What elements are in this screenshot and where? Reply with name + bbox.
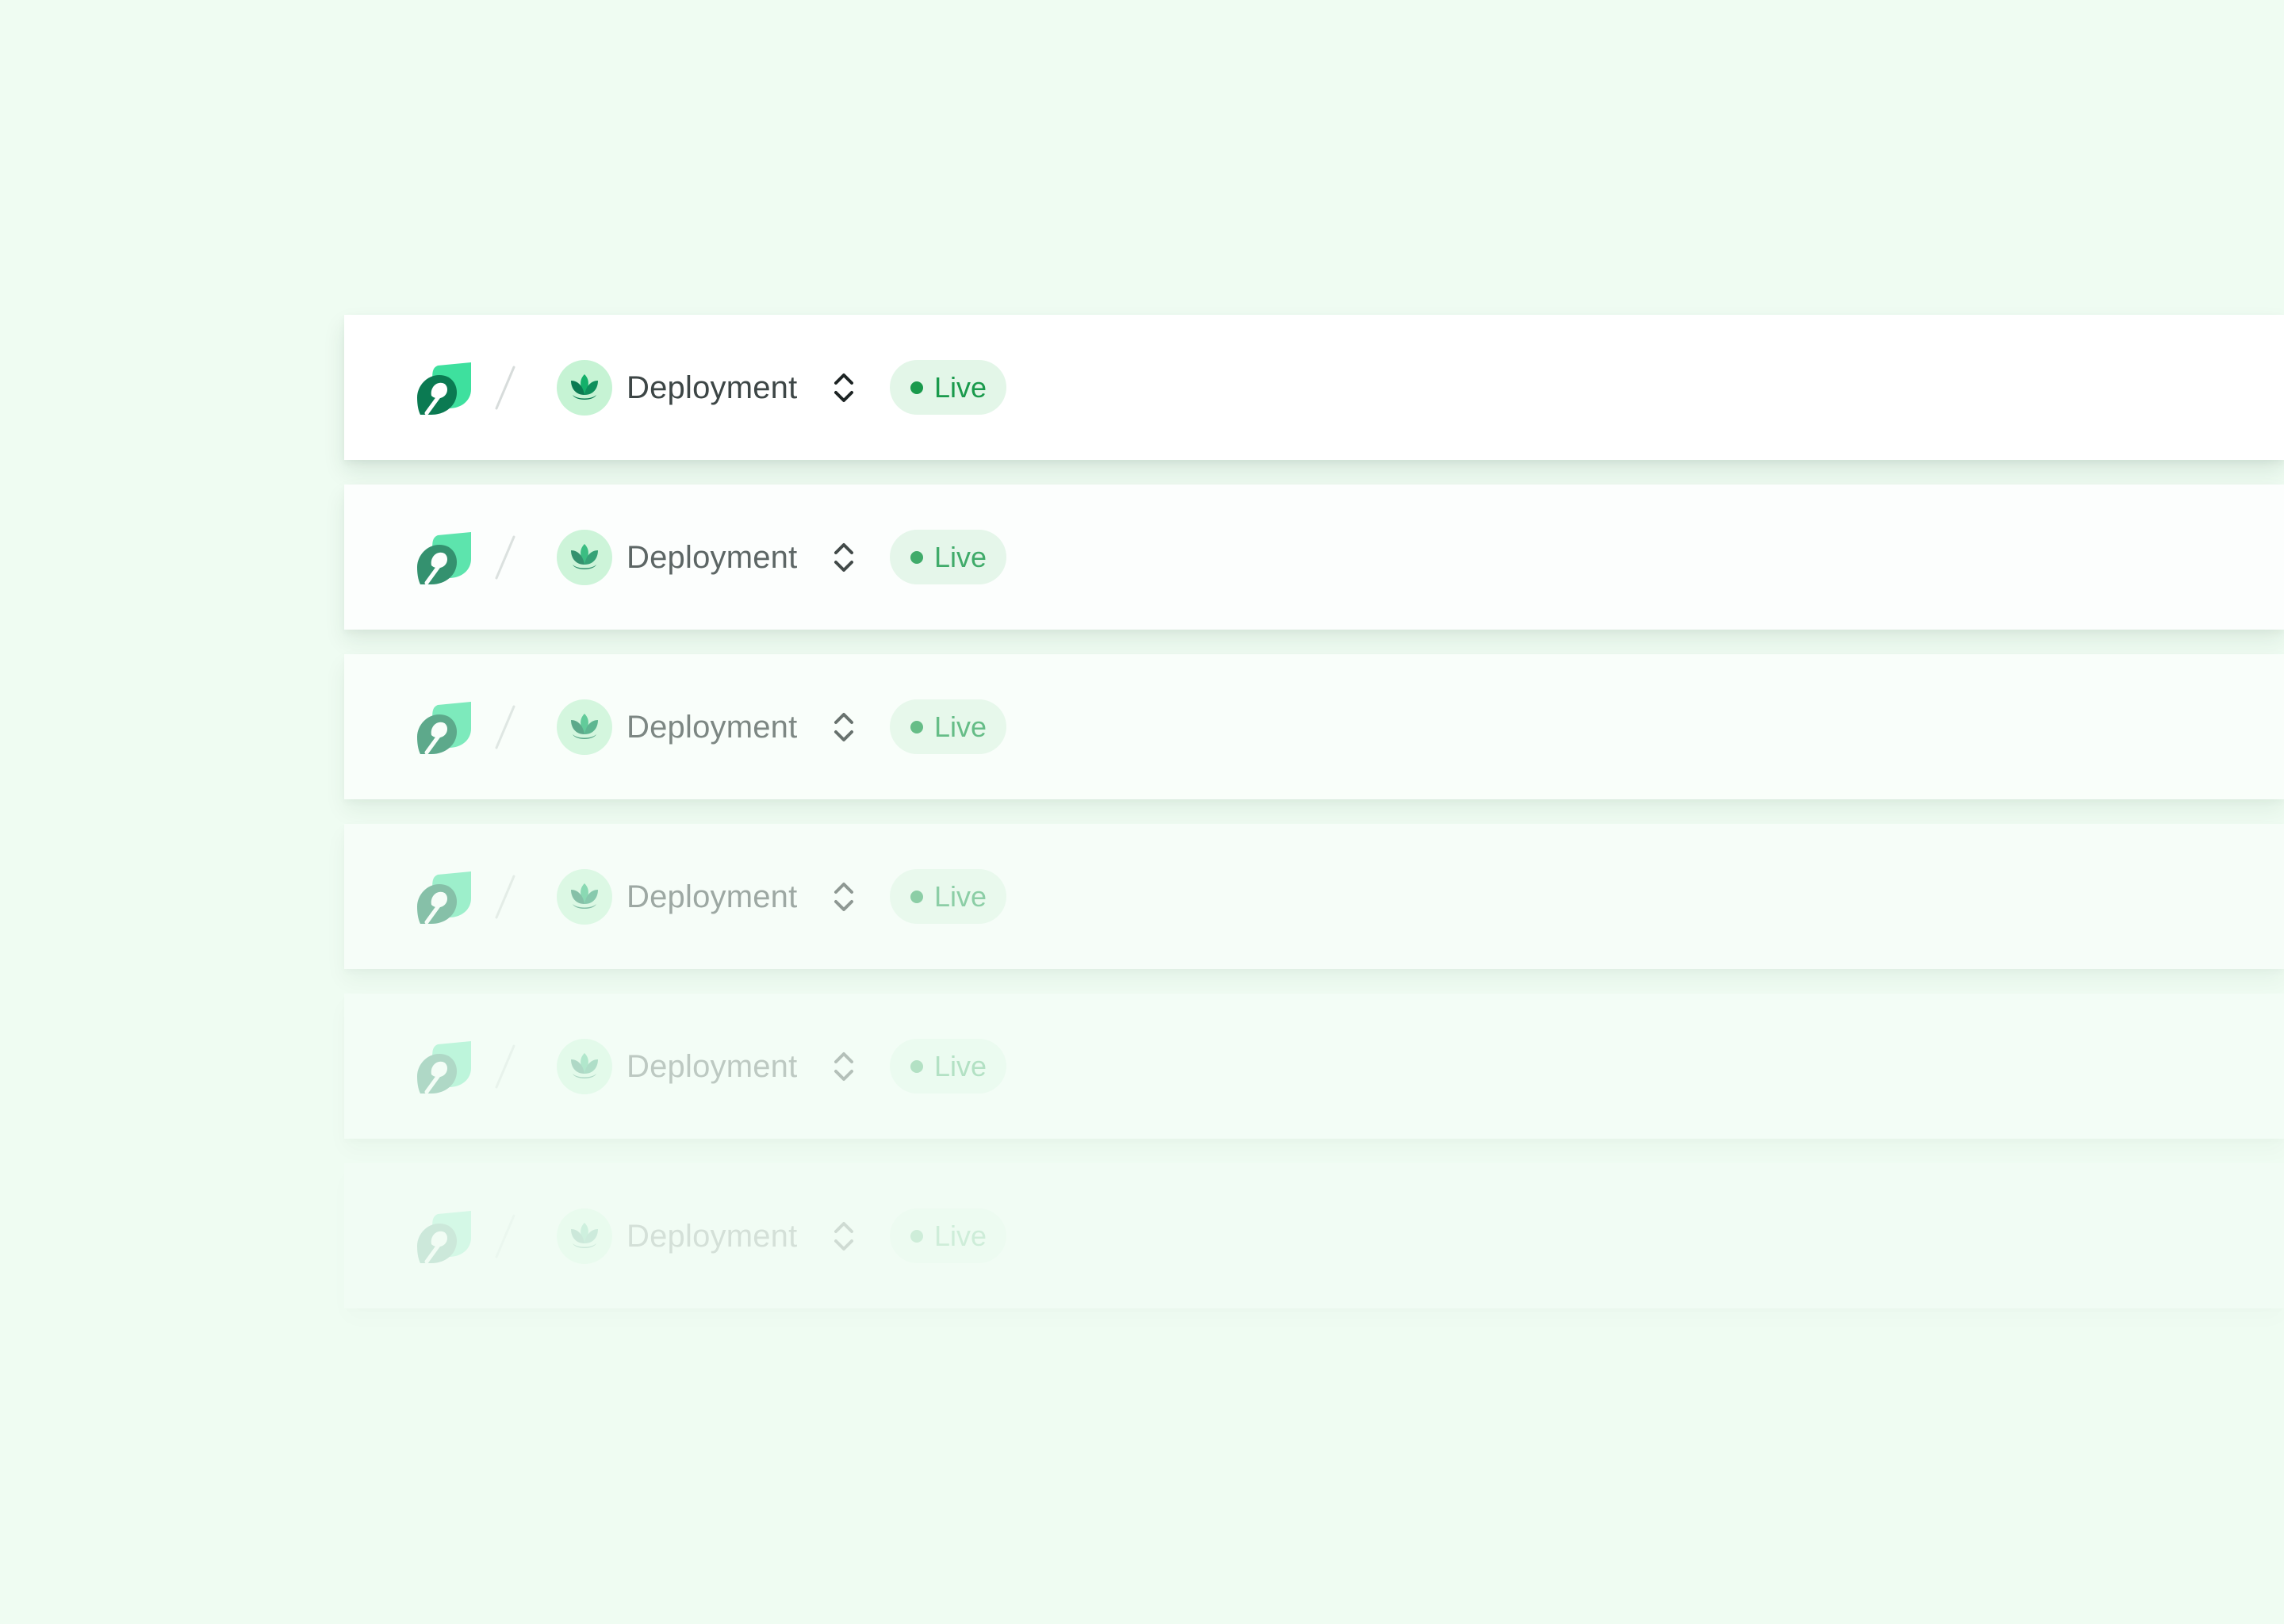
status-label: Live xyxy=(934,710,987,743)
status-dot xyxy=(910,1060,923,1073)
status-dot xyxy=(910,1230,923,1243)
lotus-icon xyxy=(571,374,598,400)
breadcrumb-bar: Deployment Live xyxy=(344,654,2284,799)
breadcrumb-separator xyxy=(495,875,515,919)
project-avatar[interactable] xyxy=(557,699,612,755)
lotus-icon xyxy=(571,883,598,909)
status-label: Live xyxy=(934,541,987,573)
chevron-up-down-icon[interactable] xyxy=(826,709,861,745)
chevron-up-down-icon[interactable] xyxy=(826,1218,861,1254)
breadcrumb-separator xyxy=(495,366,515,410)
project-name[interactable]: Deployment xyxy=(627,1216,797,1256)
status-label: Live xyxy=(934,1050,987,1082)
leaf-logo-icon[interactable] xyxy=(416,1040,473,1095)
breadcrumb: Deployment Live xyxy=(344,994,2284,1139)
breadcrumb-separator xyxy=(495,705,515,749)
status-badge: Live xyxy=(890,869,1006,924)
status-badge: Live xyxy=(890,1208,1006,1263)
breadcrumb: Deployment Live xyxy=(344,485,2284,630)
status-label: Live xyxy=(934,1220,987,1252)
lotus-icon xyxy=(571,544,598,569)
breadcrumb-bar: Deployment Live xyxy=(344,315,2284,460)
leaf-logo-icon[interactable] xyxy=(416,700,473,756)
lotus-icon xyxy=(571,714,598,739)
lotus-icon xyxy=(571,1223,598,1248)
breadcrumb-separator xyxy=(495,535,515,580)
status-badge: Live xyxy=(890,530,1006,584)
project-name[interactable]: Deployment xyxy=(627,877,797,917)
project-avatar[interactable] xyxy=(557,869,612,925)
status-dot xyxy=(910,551,923,564)
project-avatar[interactable] xyxy=(557,1039,612,1094)
status-dot xyxy=(910,381,923,394)
breadcrumb: Deployment Live xyxy=(344,824,2284,969)
leaf-logo-icon[interactable] xyxy=(416,361,473,416)
breadcrumb-bar: Deployment Live xyxy=(344,994,2284,1139)
project-name[interactable]: Deployment xyxy=(627,538,797,577)
breadcrumb: Deployment Live xyxy=(344,315,2284,460)
project-name[interactable]: Deployment xyxy=(627,707,797,747)
status-badge: Live xyxy=(890,1039,1006,1094)
chevron-up-down-icon[interactable] xyxy=(826,370,861,406)
project-name[interactable]: Deployment xyxy=(627,1047,797,1086)
leaf-logo-icon[interactable] xyxy=(416,1209,473,1265)
breadcrumb-bar: Deployment Live xyxy=(344,485,2284,630)
status-label: Live xyxy=(934,371,987,404)
chevron-up-down-icon[interactable] xyxy=(826,1048,861,1085)
chevron-up-down-icon[interactable] xyxy=(826,539,861,576)
project-avatar[interactable] xyxy=(557,1208,612,1264)
status-badge: Live xyxy=(890,699,1006,754)
chevron-up-down-icon[interactable] xyxy=(826,879,861,915)
lotus-icon xyxy=(571,1053,598,1078)
breadcrumb-bar: Deployment Live xyxy=(344,1163,2284,1308)
project-name[interactable]: Deployment xyxy=(627,368,797,408)
leaf-logo-icon[interactable] xyxy=(416,530,473,586)
breadcrumb: Deployment Live xyxy=(344,654,2284,799)
project-avatar[interactable] xyxy=(557,360,612,416)
breadcrumb-separator xyxy=(495,1214,515,1258)
leaf-logo-icon[interactable] xyxy=(416,870,473,925)
breadcrumb-bar: Deployment Live xyxy=(344,824,2284,969)
project-avatar[interactable] xyxy=(557,530,612,585)
status-label: Live xyxy=(934,880,987,913)
status-badge: Live xyxy=(890,360,1006,415)
breadcrumb: Deployment Live xyxy=(344,1163,2284,1308)
status-dot xyxy=(910,891,923,903)
breadcrumb-bar-stack: Deployment Live Deployment Live Deployme… xyxy=(344,315,2284,1333)
status-dot xyxy=(910,721,923,733)
breadcrumb-separator xyxy=(495,1044,515,1089)
